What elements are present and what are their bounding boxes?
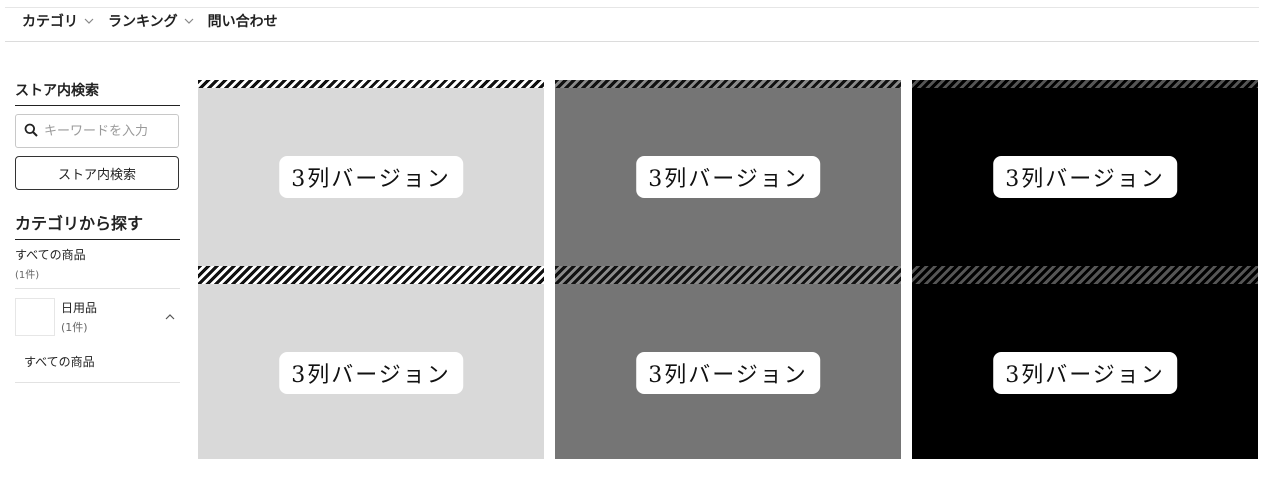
sidebar: ストア内検索 ストア内検索 カテゴリから探す すべての商品 (1件) 日用品 (… [15, 80, 180, 383]
chevron-up-icon[interactable] [160, 313, 180, 320]
chevron-down-icon [84, 18, 94, 24]
category-count: (1件) [61, 320, 88, 334]
category-daily-goods[interactable]: 日用品 (1件) [15, 289, 180, 342]
banner-tile[interactable]: 3列バージョン [555, 266, 901, 459]
stripe-band [198, 266, 544, 284]
search-icon [24, 122, 38, 141]
banner-tile[interactable]: 3列バージョン [198, 266, 544, 459]
top-divider [5, 7, 1259, 8]
stripe-band [912, 266, 1258, 284]
store-search-button[interactable]: ストア内検索 [15, 156, 179, 190]
category-all-count: (1件) [15, 270, 40, 281]
nav-item-label: 問い合わせ [207, 14, 278, 30]
nav-divider [5, 41, 1259, 42]
banner-label: 3列バージョン [993, 352, 1177, 394]
category-label: 日用品 [61, 300, 98, 315]
banner-label: 3列バージョン [636, 352, 820, 394]
stripe-band [198, 80, 544, 88]
store-search-heading: ストア内検索 [15, 80, 180, 106]
banner-label: 3列バージョン [993, 156, 1177, 198]
category-all-items[interactable]: すべての商品 (1件) [15, 240, 180, 289]
category-thumbnail [15, 297, 55, 336]
top-nav: カテゴリ ランキング 問い合わせ [22, 11, 292, 31]
nav-item-category[interactable]: カテゴリ [22, 11, 94, 31]
banner-label: 3列バージョン [279, 352, 463, 394]
subcategory-all-items[interactable]: すべての商品 [15, 342, 180, 383]
nav-item-contact[interactable]: 問い合わせ [208, 11, 278, 31]
banner-tile[interactable]: 3列バージョン [198, 80, 544, 266]
stripe-band [555, 80, 901, 88]
nav-item-label: カテゴリ [22, 14, 78, 30]
search-input[interactable] [44, 123, 164, 139]
banner-tile[interactable]: 3列バージョン [912, 80, 1258, 266]
nav-item-ranking[interactable]: ランキング [108, 11, 194, 31]
stripe-band [912, 80, 1258, 88]
chevron-down-icon [184, 18, 194, 24]
banner-tile[interactable]: 3列バージョン [555, 80, 901, 266]
stripe-band [555, 266, 901, 284]
banner-tile[interactable]: 3列バージョン [912, 266, 1258, 459]
search-box[interactable] [15, 114, 179, 148]
category-all-label: すべての商品 [15, 248, 86, 262]
banner-label: 3列バージョン [636, 156, 820, 198]
nav-item-label: ランキング [108, 14, 178, 30]
banner-label: 3列バージョン [279, 156, 463, 198]
category-heading: カテゴリから探す [15, 210, 180, 240]
